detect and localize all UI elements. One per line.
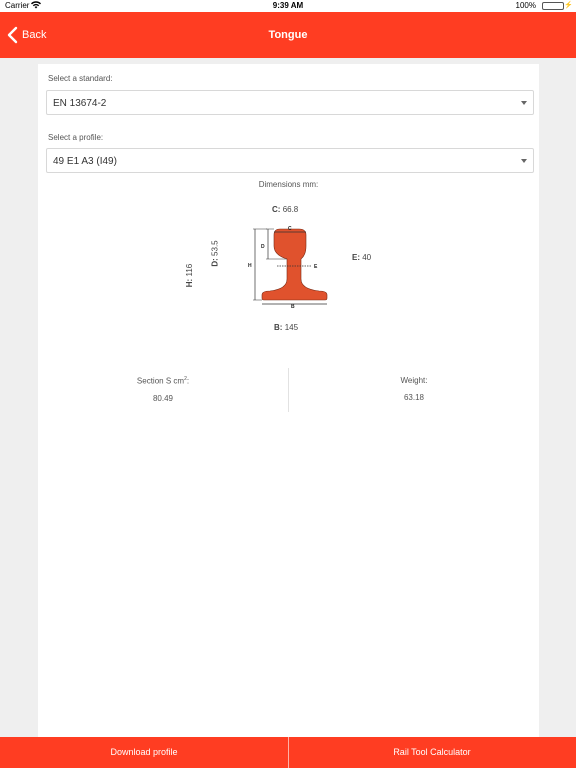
page-title: Tongue <box>268 29 308 41</box>
diagram-letter-b: B <box>291 304 295 310</box>
dimension-h-key: H: <box>185 278 195 288</box>
dropdown-caret-icon <box>521 101 527 105</box>
section-label-text: Section S cm <box>136 376 185 386</box>
dimension-c: C: 66.8 <box>272 205 298 214</box>
dimension-d-value: 53.5 <box>210 240 220 256</box>
dimension-c-key: C: <box>272 205 281 214</box>
rail-tool-calculator-button[interactable]: Rail Tool Calculator <box>288 737 576 768</box>
weight-stat: Weight: 63.18 <box>289 368 539 402</box>
status-bar: Carrier 9:39 AM 100% ⚡ <box>0 0 576 12</box>
weight-label: Weight: <box>400 376 428 385</box>
rail-profile-diagram: C D H E B <box>248 226 328 310</box>
section-value: 80.49 <box>152 393 174 403</box>
dimension-e-value: 40 <box>362 253 372 262</box>
diagram-letter-d: D <box>261 244 265 250</box>
dimension-d: D: 53.5 <box>211 240 220 266</box>
dimension-h: H: 116 <box>185 264 194 287</box>
battery-percent: 100% <box>515 1 536 10</box>
dimension-b-key: B: <box>274 323 283 332</box>
profile-select[interactable]: 49 E1 A3 (I49) <box>46 148 534 173</box>
charging-icon: ⚡ <box>564 2 573 9</box>
dimension-e: E: 40 <box>352 253 371 262</box>
dimension-e-key: E: <box>352 253 360 262</box>
diagram-letter-h: H <box>248 263 252 269</box>
diagram-letter-c: C <box>288 226 292 232</box>
profile-select-value: 49 E1 A3 (I49) <box>53 156 117 167</box>
dimension-c-value: 66.8 <box>282 205 299 214</box>
battery-icon <box>542 2 564 10</box>
bottom-toolbar: Download profile Rail Tool Calculator <box>0 737 576 768</box>
section-stat: Section S cm2: 80.49 <box>38 368 288 403</box>
status-time: 9:39 AM <box>272 1 304 10</box>
profile-label: Select a profile: <box>48 133 104 142</box>
section-label-colon: : <box>186 376 190 386</box>
section-stats: Section S cm2: 80.49 Weight: 63.18 <box>38 368 539 412</box>
dimension-d-key: D: <box>210 258 220 267</box>
dimension-b: B: 145 <box>274 323 298 332</box>
diagram-letter-e: E <box>314 264 318 270</box>
download-profile-button[interactable]: Download profile <box>0 737 288 768</box>
navigation-bar: Back Tongue <box>0 12 576 58</box>
section-label: Section S cm2: <box>38 376 288 386</box>
dropdown-caret-icon <box>521 159 527 163</box>
weight-value: 63.18 <box>403 393 425 402</box>
dimensions-title: Dimensions mm: <box>258 180 319 189</box>
content-card: Select a standard: EN 13674-2 Select a p… <box>38 64 539 738</box>
standard-select-value: EN 13674-2 <box>53 98 107 109</box>
dimension-h-value: 116 <box>185 263 195 277</box>
standard-select[interactable]: EN 13674-2 <box>46 90 534 115</box>
dimension-b-value: 145 <box>284 323 299 332</box>
standard-label: Select a standard: <box>48 74 113 83</box>
